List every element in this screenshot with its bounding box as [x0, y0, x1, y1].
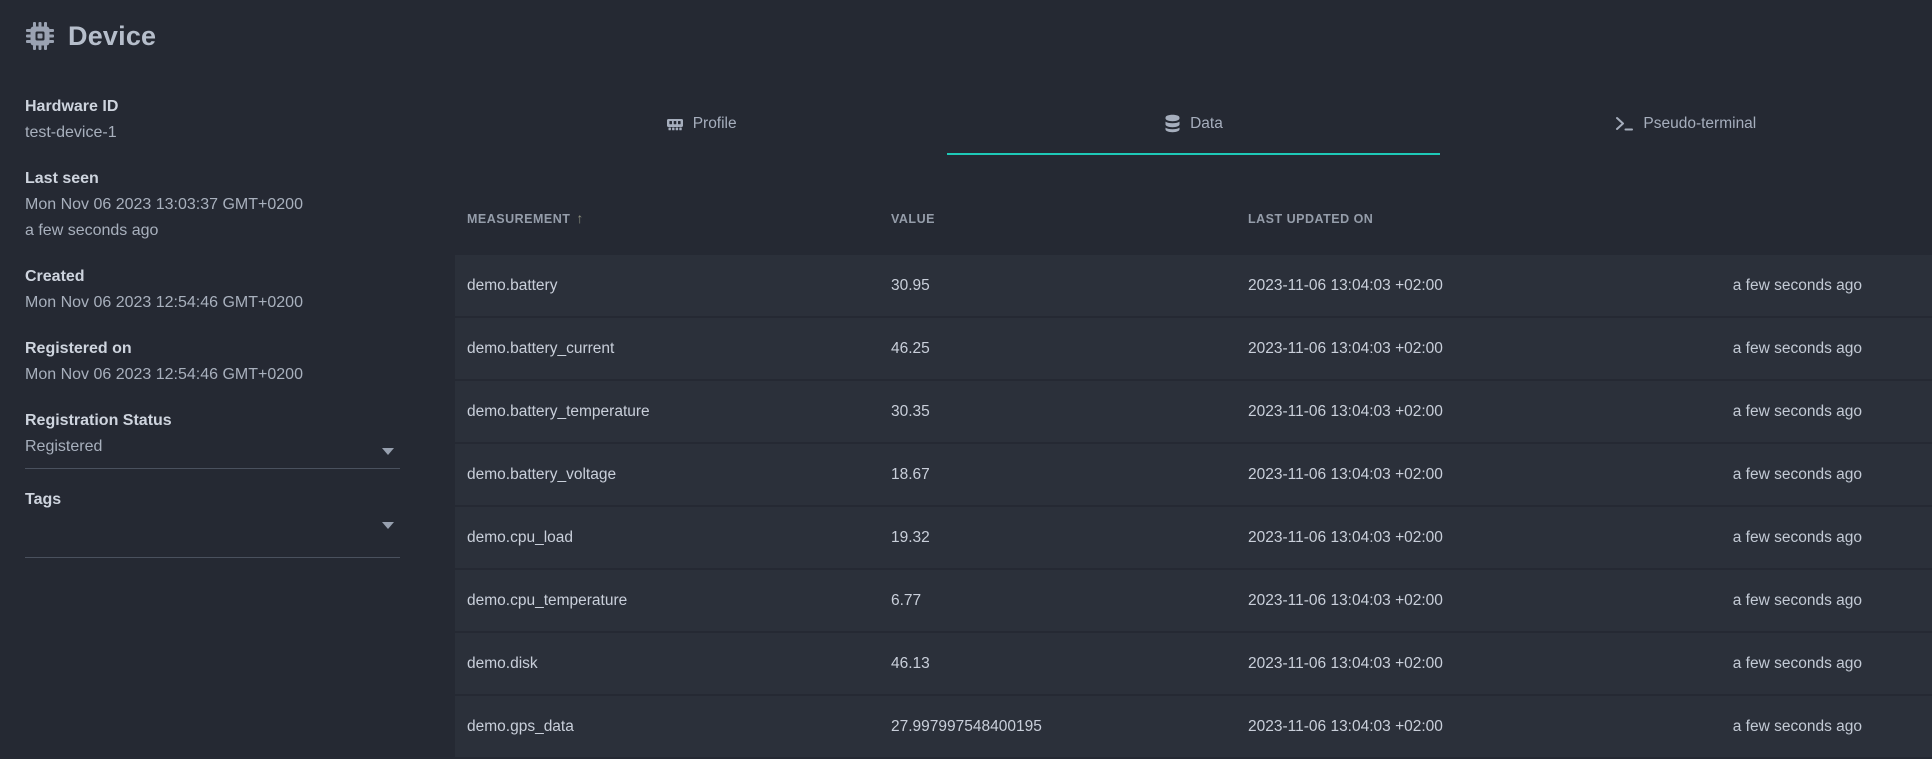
field-values: Mon Nov 06 2023 12:54:46 GMT+0200	[25, 362, 400, 388]
field-value-line: a few seconds ago	[25, 222, 159, 239]
field-label: Tags	[25, 491, 62, 508]
cell-last-updated: 2023-11-06 13:04:03 +02:00	[1248, 654, 1443, 672]
field-label: Last seen	[25, 170, 99, 187]
tab-data[interactable]: Data	[947, 100, 1440, 155]
cell-relative-time: a few seconds ago	[1732, 339, 1862, 357]
cell-measurement: demo.cpu_temperature	[467, 591, 628, 609]
tab-pseudo-terminal[interactable]: Pseudo-terminal	[1440, 100, 1932, 155]
registration-status-field: Registration Status Registered	[25, 408, 400, 469]
cell-relative-time: a few seconds ago	[1732, 402, 1862, 420]
chip-icon	[25, 21, 55, 51]
table-row: demo.cpu_load 19.32 2023-11-06 13:04:03 …	[455, 507, 1932, 568]
field-values: Mon Nov 06 2023 13:03:37 GMT+0200 a few s…	[25, 192, 400, 244]
table-row: demo.disk 46.13 2023-11-06 13:04:03 +02:…	[455, 633, 1932, 694]
table-row: demo.cpu_temperature 6.77 2023-11-06 13:…	[455, 570, 1932, 631]
cell-last-updated: 2023-11-06 13:04:03 +02:00	[1248, 402, 1443, 420]
field-value-line: Mon Nov 06 2023 13:03:37 GMT+0200	[25, 196, 303, 213]
registration-status-select[interactable]: Registered	[25, 434, 400, 469]
field-value-line: Mon Nov 06 2023 12:54:46 GMT+0200	[25, 366, 303, 383]
tab-label: Profile	[692, 114, 737, 132]
table-row: demo.battery_voltage 18.67 2023-11-06 13…	[455, 444, 1932, 505]
cell-last-updated: 2023-11-06 13:04:03 +02:00	[1248, 591, 1443, 609]
terminal-icon	[1615, 115, 1634, 132]
table-row: demo.battery_temperature 30.35 2023-11-0…	[455, 381, 1932, 442]
cell-last-updated: 2023-11-06 13:04:03 +02:00	[1248, 717, 1443, 735]
table-row: demo.battery 30.95 2023-11-06 13:04:03 +…	[455, 255, 1932, 316]
tab-label: Pseudo-terminal	[1643, 114, 1757, 132]
table-body: demo.battery 30.95 2023-11-06 13:04:03 +…	[455, 255, 1932, 759]
device-tabs: Profile Data Pseudo-terminal	[455, 100, 1932, 155]
cell-relative-time: a few seconds ago	[1732, 717, 1862, 735]
column-header-relative	[1707, 211, 1932, 227]
tags-field: Tags	[25, 487, 400, 558]
cell-measurement: demo.battery_voltage	[467, 465, 617, 483]
cell-relative-time: a few seconds ago	[1732, 654, 1862, 672]
cell-last-updated: 2023-11-06 13:04:03 +02:00	[1248, 339, 1443, 357]
device-info-field: Created Mon Nov 06 2023 12:54:46 GMT+020…	[25, 264, 400, 316]
cell-value: 6.77	[891, 591, 922, 609]
field-value-line: Mon Nov 06 2023 12:54:46 GMT+0200	[25, 294, 303, 311]
field-label: Hardware ID	[25, 98, 119, 115]
cell-value: 30.95	[891, 276, 930, 294]
chevron-down-icon[interactable]	[382, 522, 394, 529]
cell-relative-time: a few seconds ago	[1732, 591, 1862, 609]
device-info-field: Registered on Mon Nov 06 2023 12:54:46 G…	[25, 336, 400, 388]
table-row: demo.battery_current 46.25 2023-11-06 13…	[455, 318, 1932, 379]
registration-status-value: Registered	[25, 438, 103, 455]
tags-select[interactable]	[25, 513, 400, 558]
device-info-field: Last seen Mon Nov 06 2023 13:03:37 GMT+0…	[25, 166, 400, 244]
column-header-label: MEASUREMENT	[467, 212, 571, 226]
page-title: Device	[68, 20, 157, 51]
measurements-table: MEASUREMENT ↑ VALUE LAST UPDATED ON demo…	[455, 155, 1932, 759]
chevron-down-icon[interactable]	[382, 448, 394, 455]
cell-relative-time: a few seconds ago	[1732, 465, 1862, 483]
device-page: Device Hardware ID test-device-1 Last se…	[0, 0, 1932, 757]
column-header-value[interactable]: VALUE	[891, 211, 1248, 227]
cell-value: 46.13	[891, 654, 930, 672]
field-label: Registration Status	[25, 412, 172, 429]
cell-measurement: demo.battery_current	[467, 339, 615, 357]
cell-measurement: demo.disk	[467, 654, 538, 672]
device-sidebar: Device Hardware ID test-device-1 Last se…	[0, 0, 455, 721]
cell-value: 18.67	[891, 465, 930, 483]
sort-ascending-icon[interactable]: ↑	[576, 210, 584, 226]
field-label: Created	[25, 268, 85, 285]
device-info-field: Hardware ID test-device-1	[25, 94, 400, 146]
column-header-last-updated[interactable]: LAST UPDATED ON	[1248, 211, 1707, 227]
cell-value: 30.35	[891, 402, 930, 420]
table-header-row: MEASUREMENT ↑ VALUE LAST UPDATED ON	[455, 210, 1932, 227]
field-value-line: test-device-1	[25, 124, 117, 141]
cell-measurement: demo.gps_data	[467, 717, 574, 735]
tab-profile[interactable]: Profile	[455, 100, 947, 155]
cell-last-updated: 2023-11-06 13:04:03 +02:00	[1248, 465, 1443, 483]
cell-value: 19.32	[891, 528, 930, 546]
field-label: Registered on	[25, 340, 132, 357]
cell-last-updated: 2023-11-06 13:04:03 +02:00	[1248, 276, 1443, 294]
cell-value: 27.997997548400195	[891, 717, 1042, 735]
column-header-measurement[interactable]: MEASUREMENT ↑	[455, 210, 891, 227]
device-info-fields: Hardware ID test-device-1 Last seen Mon …	[25, 94, 400, 558]
cell-relative-time: a few seconds ago	[1732, 276, 1862, 294]
cell-measurement: demo.cpu_load	[467, 528, 573, 546]
cell-relative-time: a few seconds ago	[1732, 528, 1862, 546]
cell-value: 46.25	[891, 339, 930, 357]
tab-label: Data	[1190, 114, 1223, 132]
cell-last-updated: 2023-11-06 13:04:03 +02:00	[1248, 528, 1443, 546]
table-row: demo.gps_data 27.997997548400195 2023-11…	[455, 696, 1932, 757]
cell-measurement: demo.battery_temperature	[467, 402, 650, 420]
cell-measurement: demo.battery	[467, 276, 558, 294]
page-header: Device	[25, 14, 400, 58]
field-values: test-device-1	[25, 120, 400, 146]
field-values: Mon Nov 06 2023 12:54:46 GMT+0200	[25, 290, 400, 316]
database-icon	[1164, 114, 1181, 133]
ram-icon	[666, 115, 684, 133]
device-main: Profile Data Pseudo-terminal MEASUREMENT…	[455, 0, 1932, 757]
